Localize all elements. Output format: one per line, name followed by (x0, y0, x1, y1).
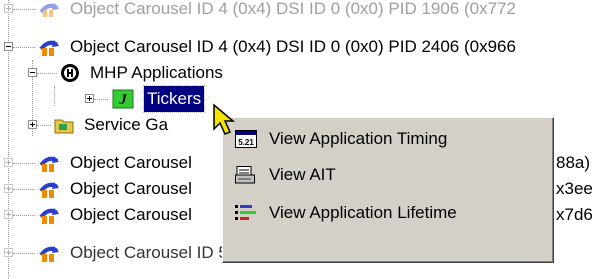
ait-icon (235, 166, 255, 184)
svg-text:5.21: 5.21 (238, 138, 254, 147)
expand-toggle[interactable] (85, 94, 94, 103)
object-carousel-icon (39, 182, 59, 198)
menu-item-label: View AIT (269, 165, 336, 184)
expand-toggle[interactable] (28, 120, 37, 129)
tree-row-label-tail: 88a) (556, 153, 591, 172)
object-carousel-icon (39, 208, 59, 224)
collapse-toggle[interactable] (4, 42, 13, 51)
object-carousel-icon (39, 246, 59, 262)
tree-row-label-tail: x3ee (556, 179, 593, 198)
tree-row-label: Tickers (142, 85, 206, 113)
tree-row-carousel-2406[interactable]: Object Carousel ID 4 (0x4) DSI ID 0 (0x0… (0, 34, 600, 60)
tree-row-label: Object Carousel (70, 205, 192, 224)
ticker-app-icon: J (112, 89, 134, 109)
context-menu: 5.21 View Application Timing View AIT Vi… (222, 117, 554, 263)
tree-row-tickers[interactable]: J Tickers (0, 85, 600, 113)
tree-row-mhp-applications[interactable]: MHP Applications (0, 60, 600, 86)
expand-toggle[interactable] (4, 158, 13, 167)
svg-text:J: J (118, 92, 127, 108)
mhp-applications-icon (61, 64, 79, 82)
tree-row-label: Service Ga (84, 115, 169, 134)
object-carousel-icon (39, 156, 59, 172)
expand-toggle[interactable] (4, 248, 13, 257)
folder-icon (54, 119, 74, 134)
menu-item-label: View Application Timing (269, 129, 448, 148)
collapse-toggle[interactable] (28, 68, 37, 77)
tree-row-label: Object Carousel (70, 179, 192, 198)
lifetime-icon (235, 205, 256, 220)
menu-item-view-application-lifetime[interactable]: View Application Lifetime (227, 197, 547, 229)
expand-toggle[interactable] (4, 210, 13, 219)
object-carousel-icon (39, 40, 59, 56)
menu-item-label: View Application Lifetime (269, 203, 457, 222)
mouse-cursor-icon (213, 103, 236, 135)
menu-item-view-application-timing[interactable]: 5.21 View Application Timing (227, 123, 547, 155)
menu-item-view-ait[interactable]: View AIT (227, 159, 547, 191)
expand-toggle[interactable] (4, 184, 13, 193)
object-carousel-icon (39, 3, 59, 17)
expand-toggle[interactable] (4, 4, 13, 13)
tree-row-label-tail: x7d6 (556, 205, 593, 224)
tree-row-label: Object Carousel (70, 153, 192, 172)
tree-row-label: Object Carousel ID 4 (0x4) DSI ID 0 (0x0… (70, 0, 516, 18)
tree-row-carousel-1906[interactable]: Object Carousel ID 4 (0x4) DSI ID 0 (0x0… (0, 0, 600, 22)
tree-row-label: MHP Applications (90, 63, 223, 82)
tree-row-label: Object Carousel ID 4 (0x4) DSI ID 0 (0x0… (70, 37, 516, 56)
